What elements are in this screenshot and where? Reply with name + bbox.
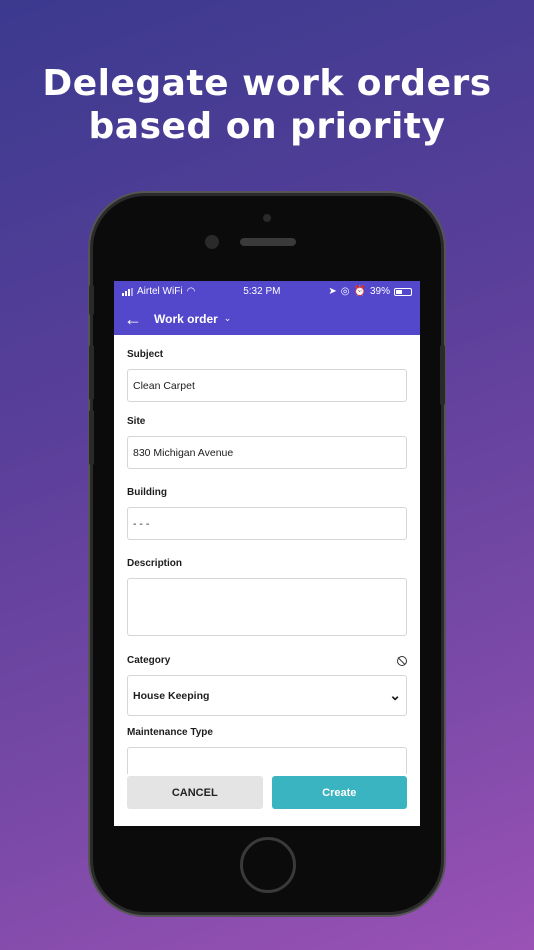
description-field[interactable] [127, 578, 407, 636]
home-button[interactable] [240, 837, 296, 893]
category-value: House Keeping [133, 689, 210, 702]
phone-screen: Airtel WiFi ◠ 5:32 PM ➤ ◎ ⏰ 39% ← Work o… [114, 281, 420, 826]
chevron-down-icon[interactable]: ⌄ [224, 313, 232, 324]
volume-down-button [89, 410, 94, 465]
location-icon: ➤ [328, 286, 337, 297]
building-label: Building [127, 487, 167, 498]
site-label: Site [127, 416, 146, 427]
headline: Delegate work orders based on priority [0, 62, 534, 148]
site-field[interactable]: 830 Michigan Avenue [127, 436, 407, 469]
volume-up-button [89, 345, 94, 400]
front-camera [205, 235, 219, 249]
maintenance-type-label: Maintenance Type [127, 727, 213, 738]
building-field[interactable]: - - - [127, 507, 407, 540]
subject-label: Subject [127, 349, 164, 360]
description-label: Description [127, 558, 183, 569]
subject-field[interactable]: Clean Carpet [127, 369, 407, 402]
battery-percent: 39% [369, 286, 390, 297]
chevron-down-icon: ⌄ [389, 687, 401, 703]
wifi-icon: ◠ [186, 286, 196, 297]
action-bar: CANCEL Create [114, 774, 420, 826]
alarm-icon: ⏰ [353, 286, 366, 297]
clear-icon[interactable] [397, 655, 407, 666]
category-label: Category [127, 655, 407, 666]
mute-switch [89, 285, 94, 315]
cancel-button[interactable]: CANCEL [127, 776, 263, 809]
headline-line-1: Delegate work orders [42, 63, 492, 104]
signal-icon [122, 287, 133, 296]
power-button [440, 345, 445, 405]
headline-line-2: based on priority [88, 106, 446, 147]
carrier-name: Airtel WiFi [137, 286, 183, 297]
proximity-sensor [263, 214, 271, 222]
create-button[interactable]: Create [271, 776, 407, 809]
battery-icon [393, 287, 412, 296]
category-select[interactable]: House Keeping ⌄ [127, 675, 407, 716]
rotation-lock-icon: ◎ [340, 286, 350, 297]
status-bar: Airtel WiFi ◠ 5:32 PM ➤ ◎ ⏰ 39% [114, 281, 420, 302]
app-bar: ← Work order ⌄ [114, 302, 420, 335]
app-title[interactable]: Work order [154, 312, 218, 326]
work-order-form: Subject Clean Carpet Site 830 Michigan A… [114, 349, 420, 780]
status-time: 5:32 PM [243, 286, 281, 297]
back-arrow-icon[interactable]: ← [124, 310, 142, 328]
earpiece-speaker [240, 238, 296, 246]
